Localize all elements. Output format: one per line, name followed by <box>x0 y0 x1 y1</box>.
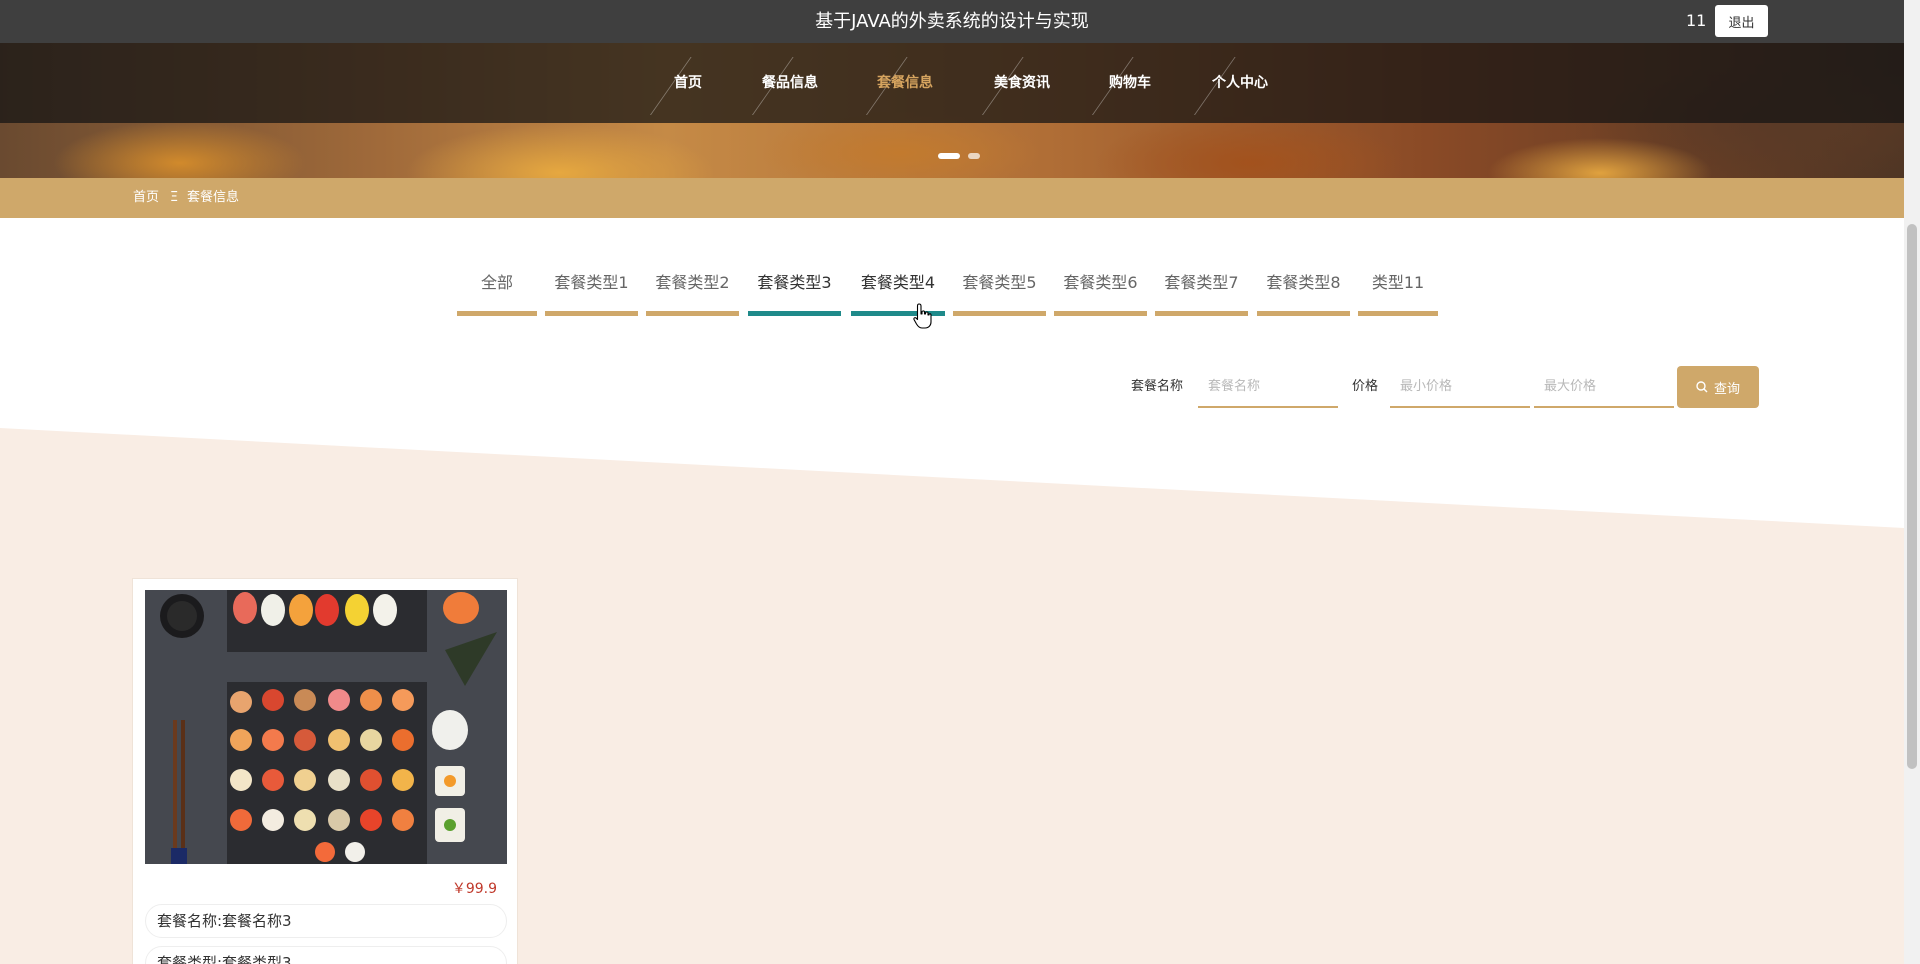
tab-label: 类型11 <box>1371 273 1425 292</box>
top-bar: 基于JAVA的外卖系统的设计与实现 11 退出 <box>0 0 1904 43</box>
tab-label: 全部 <box>480 273 513 292</box>
nav-item-news[interactable]: 美食资讯 <box>989 43 1055 123</box>
tab-type-2[interactable]: 套餐类型2 <box>646 262 739 316</box>
tab-underline <box>646 311 739 316</box>
min-price-input[interactable] <box>1390 366 1530 408</box>
breadcrumb-current: 套餐信息 <box>187 190 240 205</box>
main-nav: 首页 餐品信息 套餐信息 美食资讯 购物车 个人中心 <box>0 43 1904 123</box>
tab-type-7[interactable]: 套餐类型7 <box>1155 262 1248 316</box>
max-price-input[interactable] <box>1534 366 1674 408</box>
tab-underline <box>953 311 1046 316</box>
tab-underline <box>545 311 638 316</box>
tab-underline <box>1155 311 1248 316</box>
tab-label: 套餐类型4 <box>860 273 936 292</box>
breadcrumb-home[interactable]: 首页 <box>133 178 159 218</box>
tab-label: 套餐类型8 <box>1266 273 1341 292</box>
tab-underline <box>457 311 537 316</box>
tab-type-5[interactable]: 套餐类型5 <box>953 262 1046 316</box>
tab-all[interactable]: 全部 <box>457 262 537 316</box>
tab-underline <box>748 311 841 316</box>
nav-item-profile[interactable]: 个人中心 <box>1206 43 1274 123</box>
tab-type-8[interactable]: 套餐类型8 <box>1257 262 1350 316</box>
tab-type-1[interactable]: 套餐类型1 <box>545 262 638 316</box>
sushi-platter-image <box>145 590 507 864</box>
combo-name-input[interactable] <box>1198 366 1338 408</box>
product-price: ￥99.9 <box>451 881 497 897</box>
nav-item-combos[interactable]: 套餐信息 <box>872 43 938 123</box>
product-card[interactable]: ￥99.9 套餐名称:套餐名称3 套餐类型:套餐类型3 <box>132 578 518 964</box>
tab-underline <box>1257 311 1350 316</box>
nav-item-home[interactable]: 首页 <box>665 43 711 123</box>
search-button-label: 查询 <box>1713 381 1740 397</box>
breadcrumb-separator: Ξ <box>170 190 179 205</box>
tab-type-3[interactable]: 套餐类型3 <box>748 262 841 316</box>
banner-dot[interactable] <box>968 153 980 159</box>
name-label: 套餐名称 <box>1131 379 1184 394</box>
tab-label: 套餐类型3 <box>757 273 832 292</box>
breadcrumb: 首页 Ξ 套餐信息 <box>0 178 1904 218</box>
tab-label: 套餐类型1 <box>554 273 629 292</box>
search-icon <box>1696 381 1708 393</box>
product-image[interactable] <box>145 590 507 864</box>
product-name: 套餐名称:套餐名称3 <box>145 904 507 938</box>
tab-type-11[interactable]: 类型11 <box>1358 262 1438 316</box>
tab-underline <box>1358 311 1438 316</box>
banner-dot[interactable] <box>938 153 960 159</box>
hand-cursor-icon <box>913 303 932 329</box>
price-label: 价格 <box>1352 379 1379 394</box>
tab-label: 套餐类型5 <box>962 273 1037 292</box>
tab-label: 套餐类型2 <box>655 273 730 292</box>
banner-pagination <box>938 153 980 159</box>
tab-underline <box>1054 311 1147 316</box>
nav-item-dishes[interactable]: 餐品信息 <box>757 43 823 123</box>
product-type: 套餐类型:套餐类型3 <box>145 946 507 964</box>
scrollbar-thumb[interactable] <box>1907 224 1917 769</box>
nav-item-cart[interactable]: 购物车 <box>1102 43 1158 123</box>
search-button[interactable]: 查询 <box>1677 366 1759 408</box>
site-title: 基于JAVA的外卖系统的设计与实现 <box>815 11 1089 32</box>
tab-type-6[interactable]: 套餐类型6 <box>1054 262 1147 316</box>
tab-label: 套餐类型7 <box>1164 273 1239 292</box>
tab-label: 套餐类型6 <box>1063 273 1138 292</box>
logout-button[interactable]: 退出 <box>1715 5 1768 37</box>
user-name[interactable]: 11 <box>1686 10 1706 32</box>
